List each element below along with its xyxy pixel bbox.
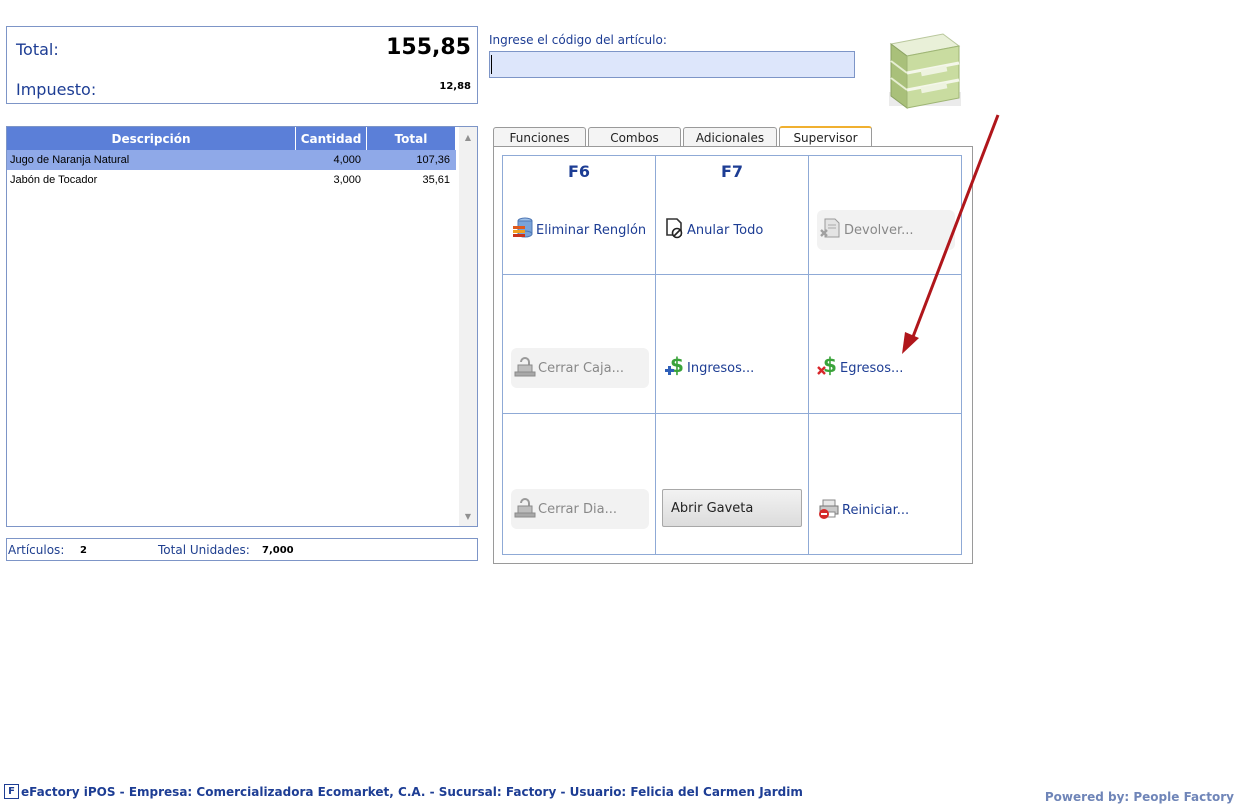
svg-text:$: $ [670, 354, 684, 377]
cerrar-caja-button[interactable]: Cerrar Caja... [511, 348, 649, 388]
column-header-descripcion[interactable]: Descripción [7, 127, 296, 150]
article-code-input[interactable] [489, 51, 855, 78]
efactory-logo-icon: F [4, 784, 19, 799]
cash-register-lock-icon [513, 354, 538, 382]
items-grid: Descripción Cantidad Total Jugo de Naran… [6, 126, 478, 527]
egresos-label: Egresos... [840, 360, 904, 376]
eliminar-renglon-button[interactable]: Eliminar Renglón [511, 217, 647, 243]
unidades-label: Total Unidades: [158, 543, 250, 557]
table-row[interactable]: Jabón de Tocador 3,000 35,61 [7, 170, 456, 190]
ingresos-button[interactable]: $ Ingresos... [664, 353, 755, 382]
totals-panel: Total: 155,85 Impuesto: 12,88 [6, 26, 478, 104]
cell-eliminar-renglon: F6 Eliminar Renglón [503, 156, 656, 275]
grid-header: Descripción Cantidad Total [7, 127, 456, 150]
table-row[interactable]: Jugo de Naranja Natural 4,000 107,36 [7, 150, 456, 170]
cell-cerrar-caja: Cerrar Caja... [503, 275, 656, 414]
dollar-remove-icon: $ [817, 353, 840, 382]
text-cursor [491, 55, 492, 74]
tax-label: Impuesto: [16, 80, 97, 99]
total-value: 155,85 [386, 35, 471, 60]
cell-cantidad: 3,000 [333, 174, 361, 186]
return-document-icon [819, 216, 844, 244]
supervisor-button-grid: F6 Eliminar Renglón F7 Anular Todo Devol… [502, 155, 962, 555]
column-header-total[interactable]: Total [367, 127, 456, 150]
status-bar: F eFactory iPOS - Empresa: Comercializad… [4, 784, 803, 799]
anular-todo-button[interactable]: Anular Todo [664, 218, 763, 242]
scroll-down-icon[interactable]: ▼ [459, 508, 477, 524]
cell-total: 107,36 [416, 154, 450, 166]
dollar-add-icon: $ [664, 353, 687, 382]
code-label: Ingrese el código del artículo: [489, 33, 667, 47]
annotation-arrow [895, 110, 1005, 360]
tab-combos[interactable]: Combos [588, 127, 681, 147]
cell-descripcion: Jabón de Tocador [10, 174, 98, 186]
tab-supervisor[interactable]: Supervisor [779, 126, 872, 147]
tab-adicionales[interactable]: Adicionales [683, 127, 777, 147]
cell-cantidad: 4,000 [333, 154, 361, 166]
f7-key-label: F7 [720, 162, 744, 181]
scroll-up-icon[interactable]: ▲ [459, 129, 477, 145]
reiniciar-label: Reiniciar... [842, 502, 910, 518]
articulos-label: Artículos: [8, 543, 65, 557]
grid-summary: Artículos: 2 Total Unidades: 7,000 [6, 538, 478, 561]
cell-anular-todo: F7 Anular Todo [656, 156, 809, 275]
total-label: Total: [16, 40, 59, 59]
tab-funciones[interactable]: Funciones [493, 127, 586, 147]
cell-total: 35,61 [422, 174, 450, 186]
cell-abrir-gaveta: Abrir Gaveta [656, 414, 809, 554]
column-header-cantidad[interactable]: Cantidad [296, 127, 367, 150]
anular-todo-label: Anular Todo [687, 222, 764, 238]
reiniciar-button[interactable]: Reiniciar... [817, 498, 909, 522]
f6-key-label: F6 [567, 162, 591, 181]
day-close-lock-icon [513, 495, 538, 523]
cerrar-dia-button[interactable]: Cerrar Dia... [511, 489, 649, 529]
powered-by-link[interactable]: Powered by: People Factory [1045, 790, 1234, 804]
cell-ingresos: $ Ingresos... [656, 275, 809, 414]
cell-cerrar-dia: Cerrar Dia... [503, 414, 656, 554]
product-image [883, 30, 963, 112]
cerrar-dia-label: Cerrar Dia... [538, 501, 617, 517]
status-text: eFactory iPOS - Empresa: Comercializador… [21, 784, 803, 799]
grid-scrollbar[interactable]: ▲ ▼ [459, 127, 477, 526]
unidades-value: 7,000 [262, 545, 294, 556]
ingresos-label: Ingresos... [687, 360, 755, 376]
tax-value: 12,88 [439, 81, 471, 92]
cell-descripcion: Jugo de Naranja Natural [10, 154, 130, 166]
abrir-gaveta-button[interactable]: Abrir Gaveta [662, 489, 802, 527]
delete-row-icon [511, 217, 536, 243]
egresos-button[interactable]: $ Egresos... [817, 353, 904, 382]
cancel-document-icon [664, 217, 687, 243]
cerrar-caja-label: Cerrar Caja... [538, 360, 624, 376]
eliminar-renglon-label: Eliminar Renglón [536, 222, 647, 238]
articulos-value: 2 [80, 545, 87, 556]
restart-printer-icon [817, 496, 842, 524]
cell-reiniciar: Reiniciar... [809, 414, 962, 554]
